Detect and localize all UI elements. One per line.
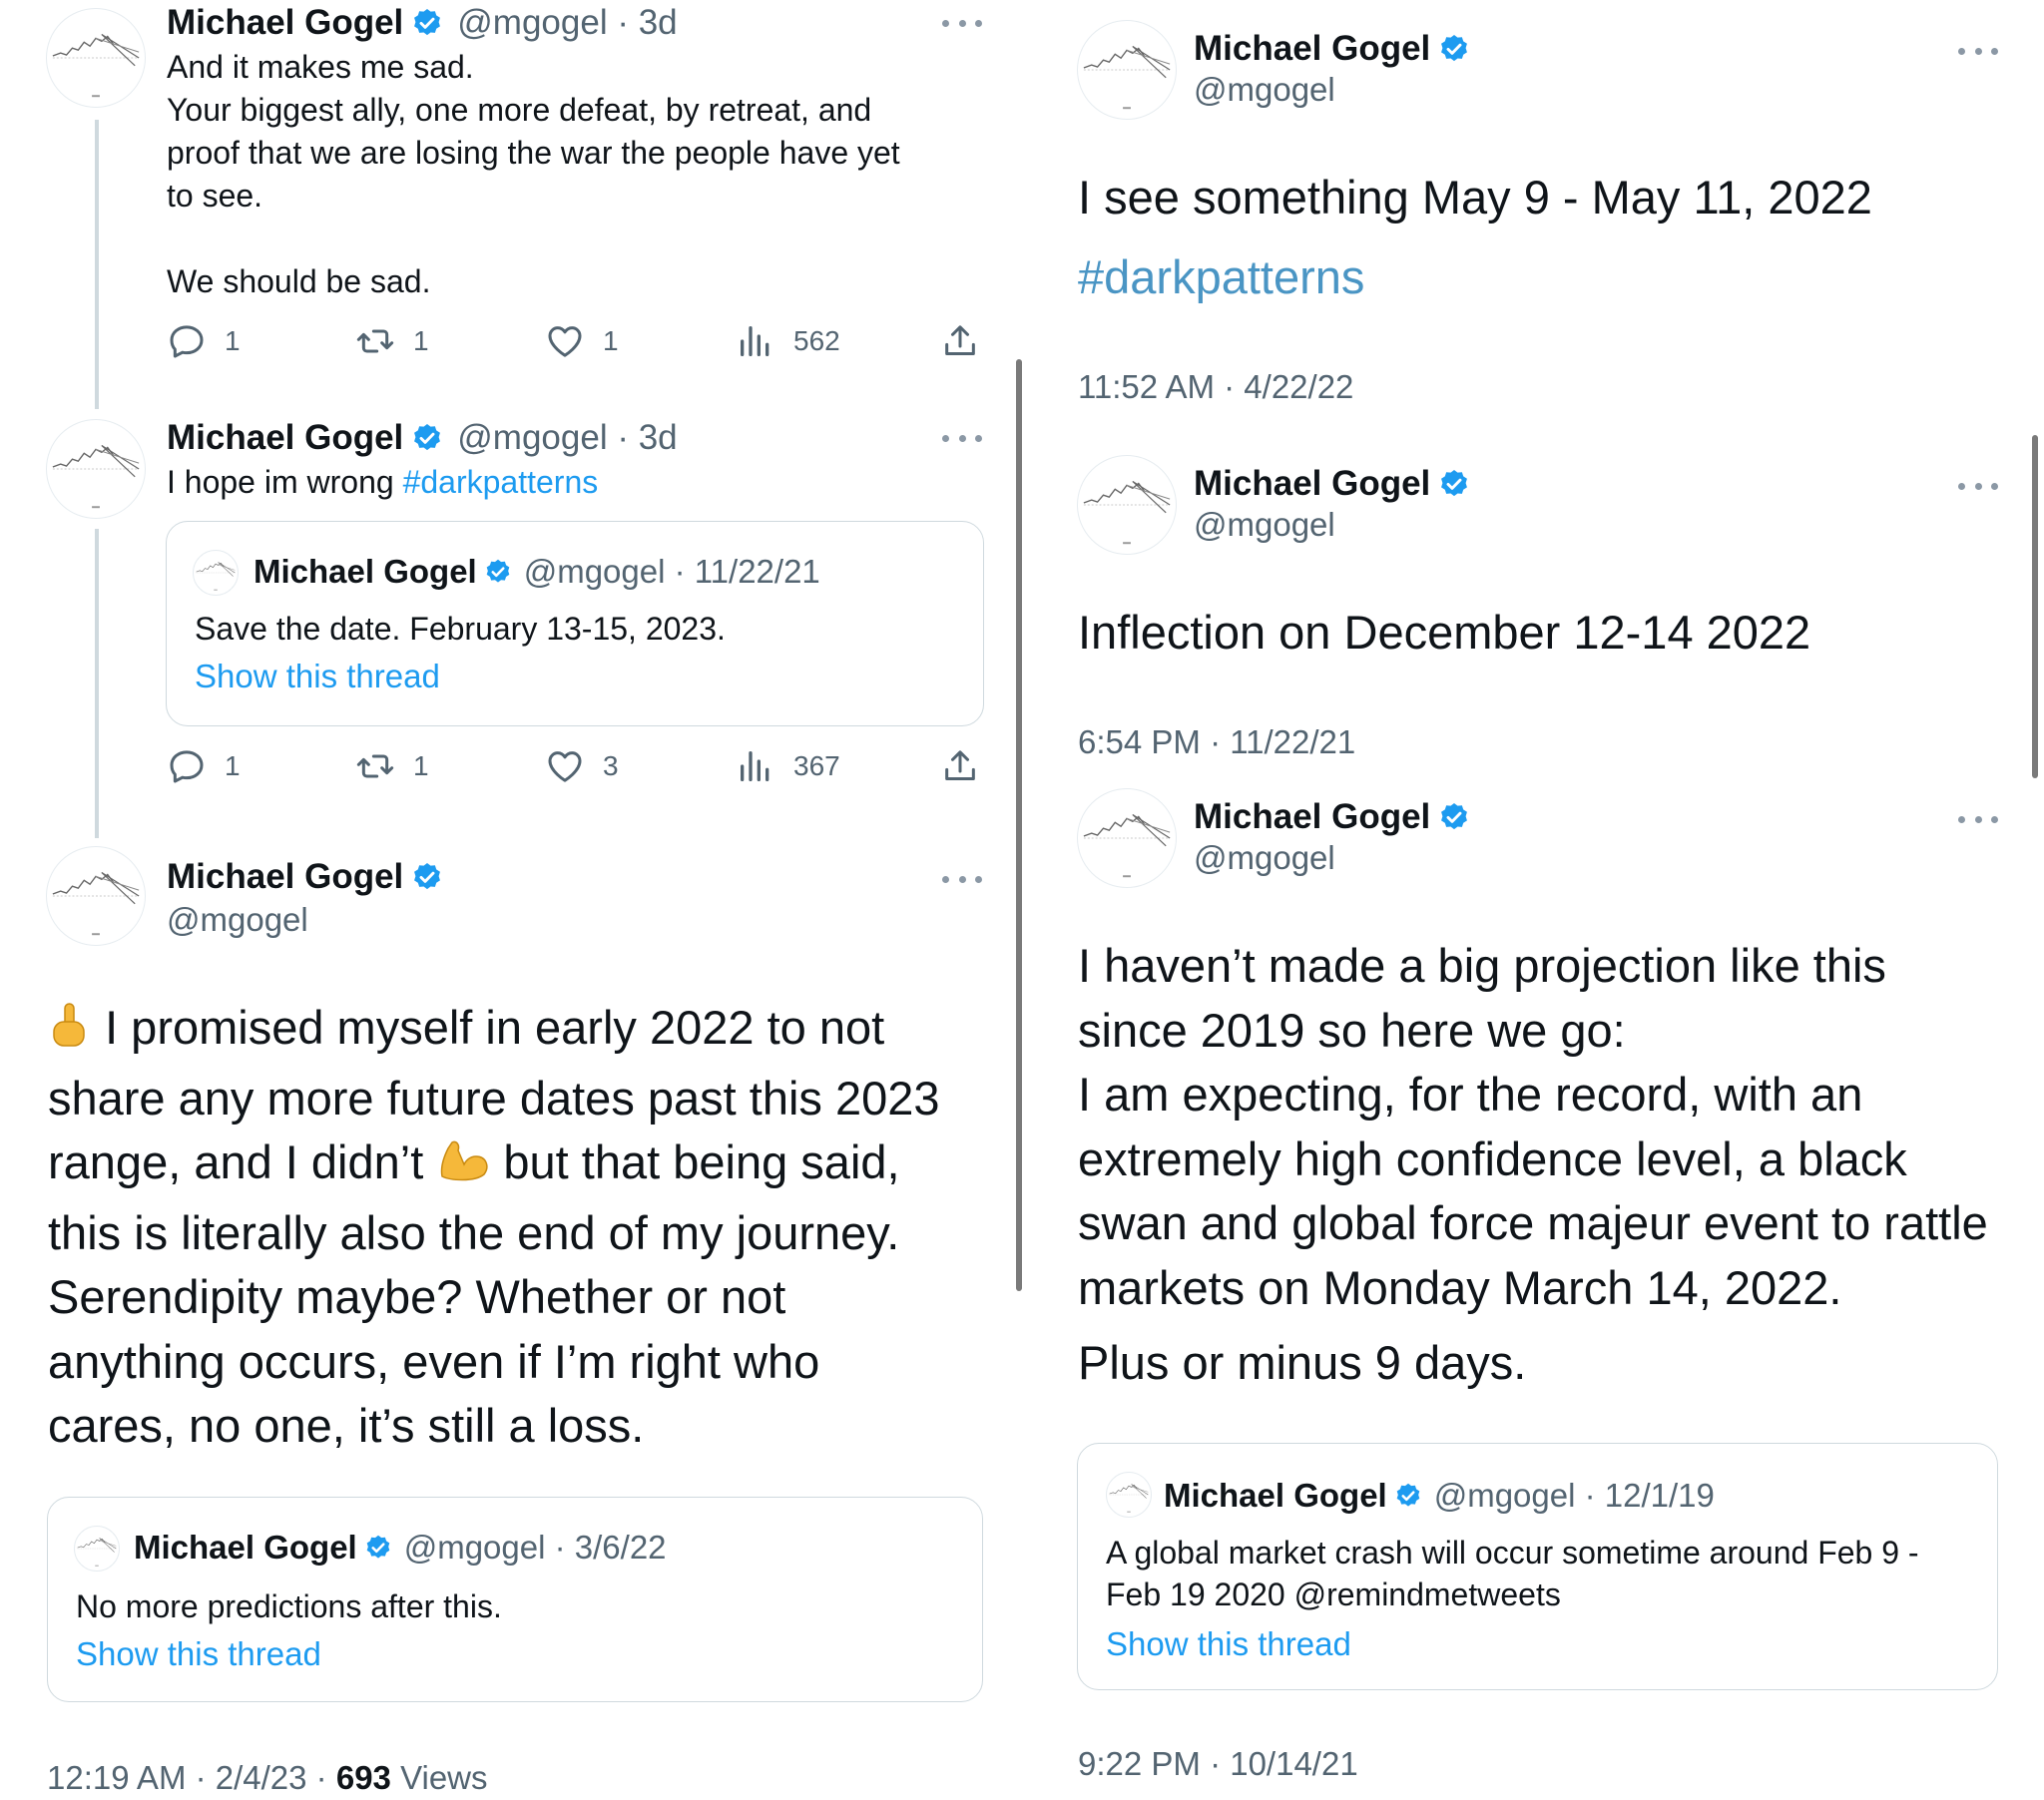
tweet-text-continued: Plus or minus 9 days.: [1078, 1336, 1527, 1389]
author-name[interactable]: Michael Gogel: [1194, 796, 1470, 838]
tweet-text: I haven’t made a big projection like thi…: [1078, 939, 1988, 1314]
share-icon: [940, 321, 980, 361]
flexed-biceps-emoji-icon: [436, 1136, 490, 1201]
share-button[interactable]: [940, 746, 998, 786]
more-icon[interactable]: [942, 872, 982, 886]
tweet-text: And it makes me sad. Your biggest ally, …: [167, 49, 900, 299]
heart-icon: [545, 746, 585, 786]
quoted-author: Michael Gogel @mgogel · 11/22/21: [254, 553, 820, 590]
tweet-meta: @mgogel · 3d: [457, 418, 678, 457]
verified-badge-icon: [1438, 33, 1470, 65]
quoted-tweet[interactable]: Michael Gogel @mgogel · 3/6/22 No more p…: [47, 1497, 983, 1702]
author-name[interactable]: Michael Gogel: [1194, 463, 1470, 505]
verified-badge-icon: [411, 422, 443, 454]
quoted-tweet[interactable]: Michael Gogel @mgogel · 12/1/19 A global…: [1077, 1443, 1998, 1690]
show-thread-link[interactable]: Show this thread: [76, 1633, 321, 1675]
tweet-timestamp[interactable]: 9:22 PM · 10/14/21: [1078, 1744, 1358, 1784]
tweet-text: I see something May 9 - May 11, 2022: [1078, 171, 1872, 224]
point-up-emoji-icon: [48, 1002, 92, 1067]
heart-icon: [545, 321, 585, 361]
quoted-author: Michael Gogel @mgogel · 12/1/19: [1164, 1477, 1715, 1514]
like-button[interactable]: 3: [545, 746, 619, 786]
views-button[interactable]: 562: [736, 321, 840, 361]
verified-badge-icon: [1438, 801, 1470, 833]
quoted-text: A global market crash will occur sometim…: [1106, 1535, 1919, 1612]
avatar[interactable]: [46, 846, 146, 946]
verified-badge-icon: [411, 7, 443, 39]
author-name[interactable]: Michael Gogel @mgogel · 3d: [167, 417, 678, 459]
reply-button[interactable]: 1: [167, 746, 241, 786]
verified-badge-icon: [364, 1534, 392, 1562]
thread-connector: [95, 529, 99, 838]
verified-badge-icon: [484, 558, 512, 586]
more-icon[interactable]: [942, 431, 982, 445]
avatar: [74, 1526, 120, 1572]
tweet-text: I hope im wrong #darkpatterns: [167, 464, 599, 500]
hashtag-link[interactable]: #darkpatterns: [403, 464, 599, 500]
author-name[interactable]: Michael Gogel: [1194, 28, 1470, 70]
quoted-author: Michael Gogel @mgogel · 3/6/22: [134, 1529, 667, 1566]
show-thread-link[interactable]: Show this thread: [1106, 1623, 1351, 1665]
avatar[interactable]: [1077, 455, 1177, 555]
tweet-timestamp[interactable]: 11:52 AM · 4/22/22: [1078, 367, 1353, 407]
reply-icon: [167, 746, 207, 786]
avatar[interactable]: [46, 8, 146, 108]
more-icon[interactable]: [942, 16, 982, 30]
show-thread-link[interactable]: Show this thread: [195, 656, 440, 697]
retweet-icon: [355, 321, 395, 361]
author-handle[interactable]: @mgogel: [1194, 838, 1335, 878]
main-tweet-text: I promised myself in early 2022 to not s…: [48, 1001, 940, 1452]
views-icon: [736, 321, 775, 361]
thread-connector: [95, 120, 99, 409]
hashtag-link[interactable]: #darkpatterns: [1078, 245, 1364, 310]
quoted-tweet[interactable]: Michael Gogel @mgogel · 11/22/21 Save th…: [166, 521, 984, 726]
author-handle[interactable]: @mgogel: [1194, 70, 1335, 110]
more-icon[interactable]: [1958, 812, 1998, 826]
share-button[interactable]: [940, 321, 998, 361]
reply-button[interactable]: 1: [167, 321, 241, 361]
views-icon: [736, 746, 775, 786]
tweet-timestamp[interactable]: 12:19 AM · 2/4/23 · 693 Views: [47, 1758, 488, 1798]
retweet-button[interactable]: 1: [355, 746, 429, 786]
scrollbar-thumb[interactable]: [1016, 359, 1022, 1291]
more-icon[interactable]: [1958, 479, 1998, 493]
avatar: [193, 550, 239, 596]
retweet-icon: [355, 746, 395, 786]
scrollbar-thumb[interactable]: [2032, 435, 2038, 778]
tweet-text: Inflection on December 12-14 2022: [1078, 606, 1811, 659]
author-handle[interactable]: @mgogel: [167, 900, 308, 940]
quoted-text: No more predictions after this.: [76, 1588, 502, 1624]
author-handle[interactable]: @mgogel: [1194, 505, 1335, 545]
verified-badge-icon: [411, 861, 443, 893]
retweet-button[interactable]: 1: [355, 321, 429, 361]
more-icon[interactable]: [1958, 44, 1998, 58]
avatar[interactable]: [1077, 20, 1177, 120]
views-button[interactable]: 367: [736, 746, 840, 786]
author-name[interactable]: Michael Gogel: [167, 856, 443, 898]
tweet-timestamp[interactable]: 6:54 PM · 11/22/21: [1078, 722, 1355, 762]
like-button[interactable]: 1: [545, 321, 619, 361]
tweet-meta: @mgogel · 3d: [457, 3, 678, 42]
quoted-text: Save the date. February 13-15, 2023.: [195, 611, 726, 647]
views-count: 693: [335, 1759, 391, 1796]
share-icon: [940, 746, 980, 786]
avatar[interactable]: [46, 419, 146, 519]
verified-badge-icon: [1438, 468, 1470, 500]
verified-badge-icon: [1394, 1482, 1422, 1510]
avatar: [1106, 1472, 1152, 1518]
reply-icon: [167, 321, 207, 361]
avatar[interactable]: [1077, 788, 1177, 888]
author-name[interactable]: Michael Gogel @mgogel · 3d: [167, 2, 678, 44]
